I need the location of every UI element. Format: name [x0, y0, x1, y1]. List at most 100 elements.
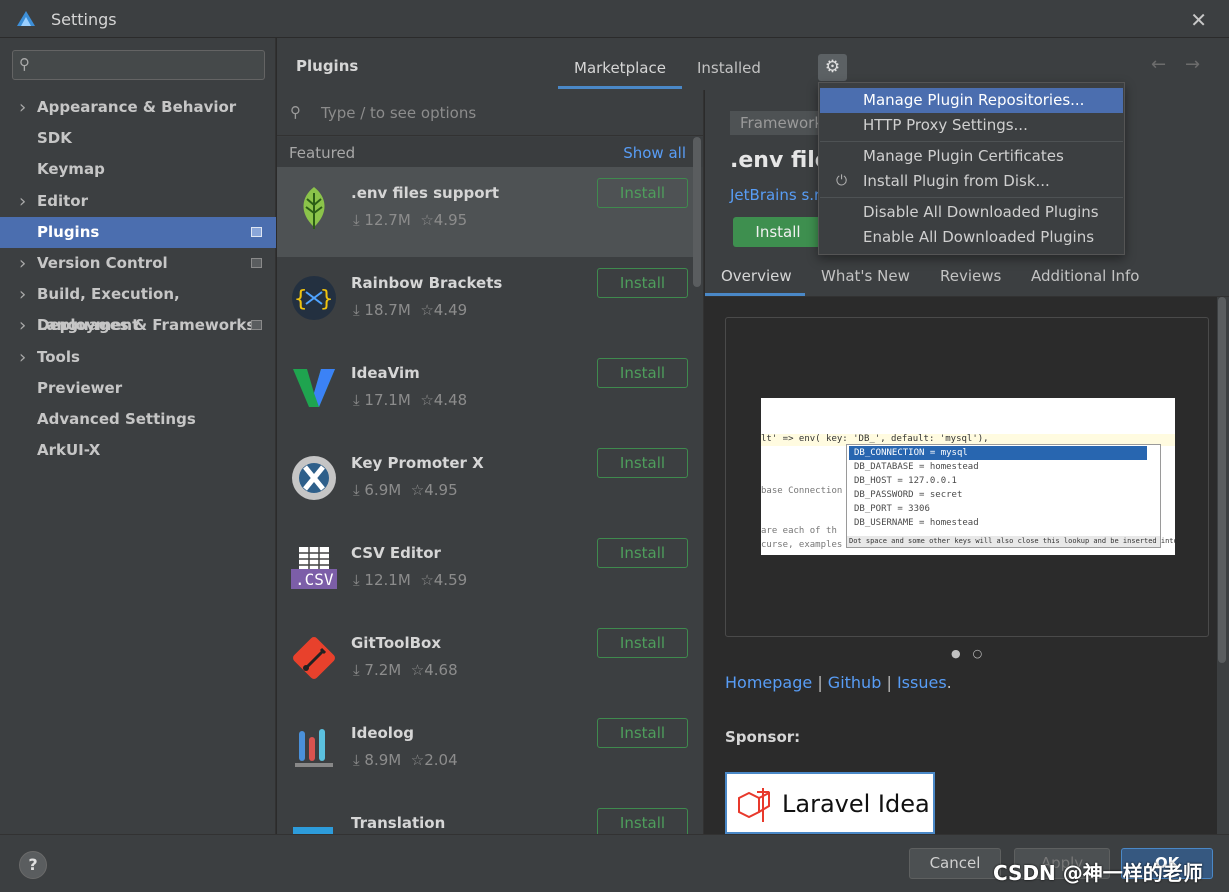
carousel-dots[interactable]: ●○ — [951, 647, 994, 660]
detail-install-button[interactable]: Install — [733, 217, 823, 247]
completion-item: DB_DATABASE = homestead — [854, 462, 979, 472]
plugin-list-pane: ⚲ Type / to see options Featured Show al… — [277, 90, 704, 834]
plugin-links: Homepage | Github | Issues. — [725, 673, 952, 692]
settings-search-input[interactable]: ⚲ — [12, 50, 265, 80]
tab-additional-info[interactable]: Additional Info — [1031, 267, 1139, 285]
install-button[interactable]: Install — [597, 628, 688, 658]
menu-manage-repositories[interactable]: Manage Plugin Repositories... — [820, 88, 1123, 113]
menu-install-from-disk[interactable]: ⏻ Install Plugin from Disk... — [820, 169, 1123, 194]
menu-separator — [820, 197, 1123, 198]
chevron-right-icon[interactable]: › — [19, 248, 26, 279]
sponsor-text: Laravel Idea — [782, 790, 930, 818]
link-separator: | — [817, 673, 823, 692]
csv-icon: .CSV — [289, 543, 339, 593]
back-arrow-icon[interactable]: ← — [1151, 54, 1166, 75]
sidebar-item-appearance-behavior[interactable]: › Appearance & Behavior — [0, 92, 276, 123]
plugin-list-scrollbar[interactable] — [693, 137, 701, 287]
tab-marketplace[interactable]: Marketplace — [574, 59, 666, 77]
search-icon: ⚲ — [19, 55, 30, 73]
cancel-button[interactable]: Cancel — [909, 848, 1001, 879]
chevron-right-icon[interactable]: › — [19, 279, 26, 310]
plugin-list-item[interactable]: GitToolBox ⤓ 7.2M ☆4.68 Install — [277, 617, 697, 707]
svg-text:.CSV: .CSV — [295, 570, 334, 589]
tab-overview[interactable]: Overview — [721, 267, 792, 285]
issues-link[interactable]: Issues — [897, 673, 947, 692]
screenshot-text-line: are each of th — [761, 526, 837, 536]
plugin-list-item[interactable]: 文 Translation Install — [277, 797, 697, 834]
sidebar-item-version-control[interactable]: › Version Control — [0, 248, 276, 279]
download-icon: ⤓ — [353, 391, 360, 409]
sidebar-item-advanced-settings[interactable]: Advanced Settings — [0, 404, 276, 435]
plugin-name: Ideolog — [351, 724, 414, 742]
plugin-list-item[interactable]: Key Promoter X ⤓ 6.9M ☆4.95 Install — [277, 437, 697, 527]
star-icon: ☆ — [420, 211, 434, 229]
show-all-link[interactable]: Show all — [623, 144, 686, 162]
sidebar-item-arkui-x[interactable]: ArkUI-X — [0, 435, 276, 466]
install-button[interactable]: Install — [597, 718, 688, 748]
github-link[interactable]: Github — [828, 673, 882, 692]
star-icon: ☆ — [420, 391, 434, 409]
install-button[interactable]: Install — [597, 538, 688, 568]
key-promoter-icon — [289, 453, 339, 503]
sidebar-item-build-execution-deployment[interactable]: › Build, Execution, Deployment — [0, 279, 276, 334]
app-logo-icon — [17, 11, 35, 26]
install-button[interactable]: Install — [597, 268, 688, 298]
sidebar-item-tools[interactable]: › Tools — [0, 342, 276, 373]
chevron-right-icon[interactable]: › — [19, 186, 26, 217]
plugin-vendor-link[interactable]: JetBrains s.r. — [730, 186, 824, 204]
menu-disable-all[interactable]: Disable All Downloaded Plugins — [820, 200, 1123, 225]
plugin-search-placeholder: Type / to see options — [321, 104, 477, 122]
rating-value: 4.49 — [433, 301, 468, 319]
tab-installed[interactable]: Installed — [697, 59, 761, 77]
gear-icon[interactable]: ⚙ — [818, 54, 847, 81]
plugin-list-item[interactable]: {} Rainbow Brackets ⤓ 18.7M ☆4.49 Install — [277, 257, 697, 347]
tab-reviews[interactable]: Reviews — [940, 267, 1001, 285]
settings-sidebar: ⚲ › Appearance & Behavior SDK Keymap › Editor… — [0, 38, 276, 834]
rating-value: 4.59 — [433, 571, 468, 589]
detail-scrollbar[interactable] — [1218, 297, 1226, 663]
sidebar-item-keymap[interactable]: Keymap — [0, 154, 276, 185]
plugin-list-item[interactable]: .CSV CSV Editor ⤓ 12.1M ☆4.59 Install — [277, 527, 697, 617]
watermark: CSDN @神一样的老师 — [993, 861, 1203, 885]
close-icon[interactable]: ✕ — [1190, 8, 1207, 32]
plugin-list-item[interactable]: .env files support ⤓ 12.7M ☆4.95 Install — [277, 167, 697, 257]
tab-whats-new[interactable]: What's New — [821, 267, 910, 285]
install-button[interactable]: Install — [597, 178, 688, 208]
menu-manage-certificates[interactable]: Manage Plugin Certificates — [820, 144, 1123, 169]
download-icon: ⤓ — [353, 301, 360, 319]
menu-http-proxy[interactable]: HTTP Proxy Settings... — [820, 113, 1123, 138]
sidebar-item-plugins[interactable]: Plugins — [0, 216, 276, 248]
plugin-search-input[interactable]: ⚲ Type / to see options — [277, 90, 703, 136]
sidebar-item-label: Advanced Settings — [37, 410, 196, 428]
download-count: 6.9M — [364, 481, 402, 499]
plugin-stats: ⤓ 8.9M ☆2.04 — [353, 751, 458, 769]
window-title: Settings — [51, 10, 117, 29]
plugin-list-item[interactable]: Ideolog ⤓ 8.9M ☆2.04 Install — [277, 707, 697, 797]
completion-item: DB_USERNAME = homestead — [854, 518, 979, 528]
help-icon[interactable]: ? — [19, 851, 47, 879]
sidebar-item-sdk[interactable]: SDK — [0, 123, 276, 154]
homepage-link[interactable]: Homepage — [725, 673, 812, 692]
install-button[interactable]: Install — [597, 448, 688, 478]
forward-arrow-icon[interactable]: → — [1185, 54, 1200, 75]
plugin-stats: ⤓ 12.1M ☆4.59 — [353, 571, 467, 589]
sidebar-item-languages-frameworks[interactable]: › Languages & Frameworks — [0, 310, 276, 341]
menu-enable-all[interactable]: Enable All Downloaded Plugins — [820, 225, 1123, 250]
star-icon: ☆ — [410, 481, 425, 499]
download-count: 18.7M — [364, 301, 411, 319]
menu-separator — [820, 141, 1123, 142]
project-scope-icon — [251, 320, 262, 331]
sidebar-item-label: SDK — [37, 129, 72, 148]
plugin-list-item[interactable]: IdeaVim ⤓ 17.1M ☆4.48 Install — [277, 347, 697, 437]
chevron-right-icon[interactable]: › — [19, 92, 26, 123]
chevron-right-icon[interactable]: › — [19, 310, 26, 341]
sidebar-item-previewer[interactable]: Previewer — [0, 373, 276, 404]
chevron-right-icon[interactable]: › — [19, 342, 26, 373]
screenshot-carousel[interactable]: lt' => env( key: 'DB_', default: 'mysql'… — [725, 317, 1209, 637]
download-count: 8.9M — [364, 751, 402, 769]
install-button[interactable]: Install — [597, 358, 688, 388]
sidebar-item-editor[interactable]: › Editor — [0, 186, 276, 217]
search-icon: ⚲ — [290, 103, 301, 121]
sponsor-banner[interactable]: Laravel Idea — [725, 772, 935, 834]
install-button[interactable]: Install — [597, 808, 688, 834]
